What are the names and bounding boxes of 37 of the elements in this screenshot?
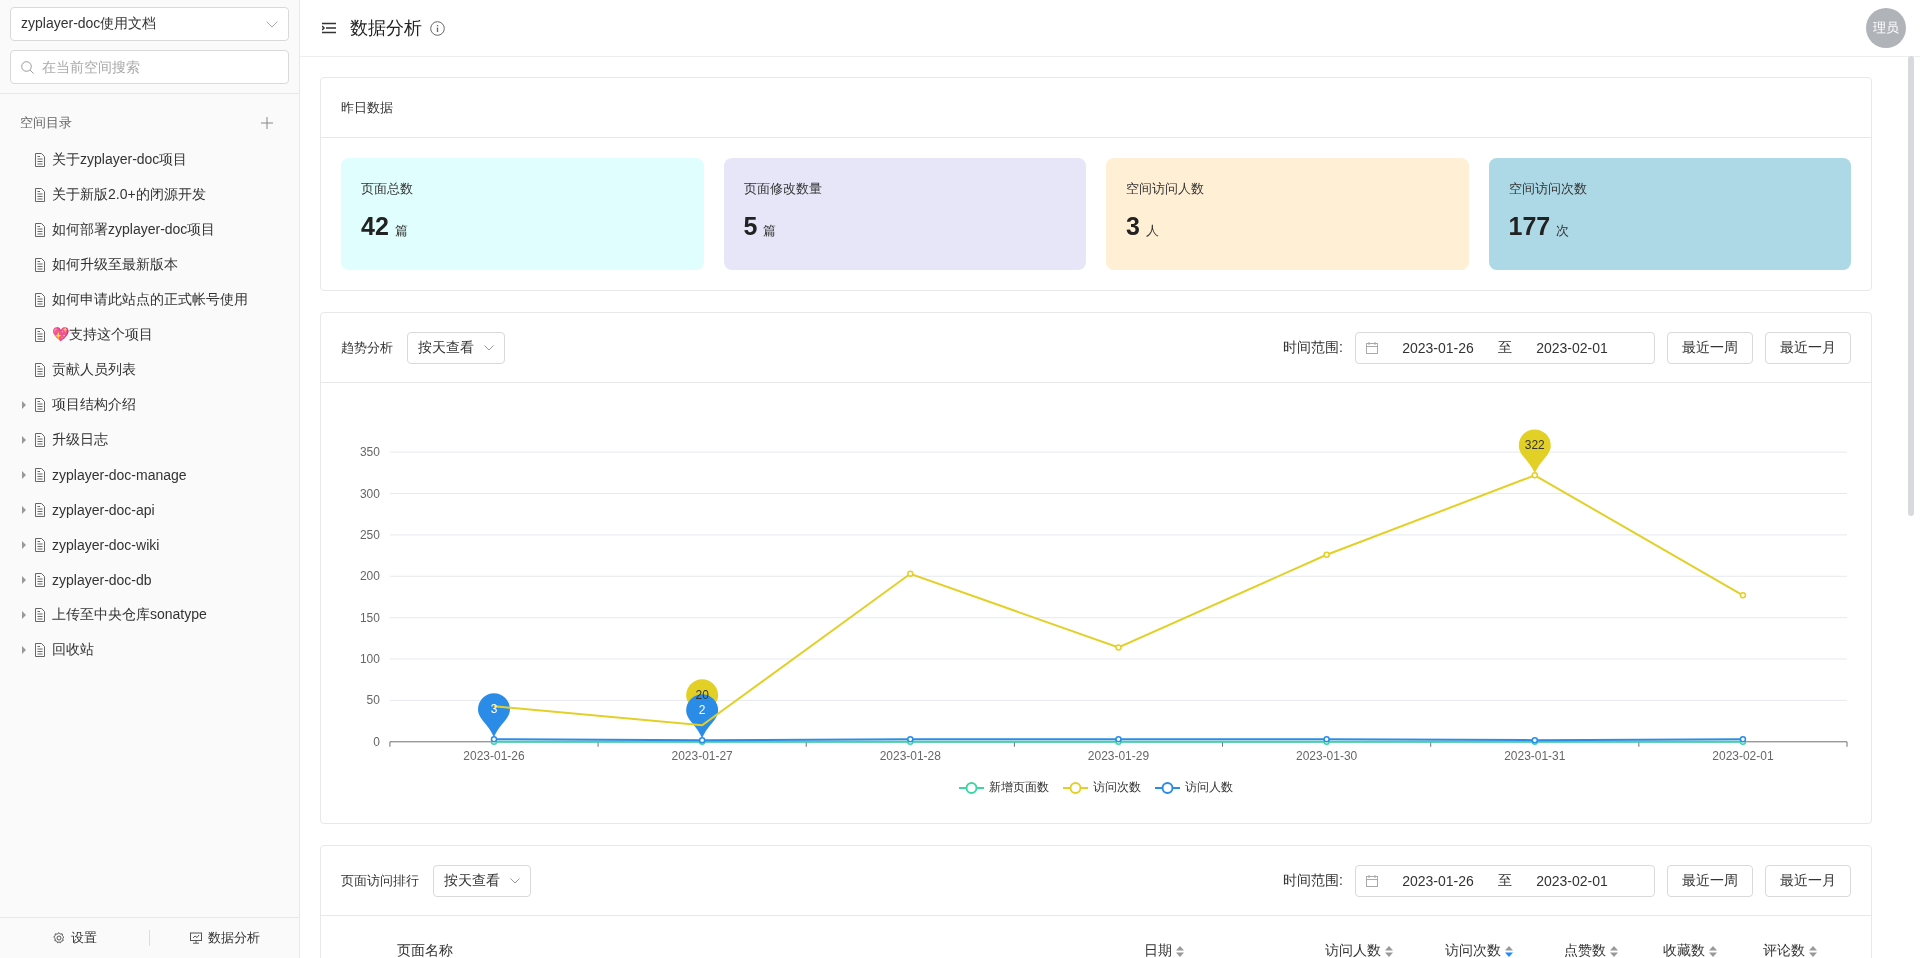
- section-title: 空间目录: [20, 114, 72, 132]
- page-title: 数据分析: [350, 17, 422, 40]
- x-tick-label: 2023-01-28: [879, 748, 941, 763]
- stat-unit: 次: [1556, 222, 1570, 240]
- stat-label: 页面修改数量: [743, 180, 823, 198]
- range-label: 时间范围:: [1283, 871, 1343, 890]
- panel-title: 页面访问排行: [341, 871, 419, 890]
- y-tick-label: 100: [359, 652, 380, 667]
- stat-label: 页面总数: [361, 180, 414, 198]
- x-tick-label: 2023-01-26: [463, 748, 525, 763]
- x-tick-label: 2023-01-30: [1296, 748, 1358, 763]
- y-tick-label: 50: [366, 693, 380, 708]
- stat-value: 177: [1508, 212, 1551, 241]
- stat-unit: 篇: [763, 222, 777, 240]
- stat-value: 5: [743, 212, 758, 241]
- marker-label: 2: [698, 703, 706, 718]
- y-tick-label: 200: [359, 569, 380, 584]
- y-tick-label: 350: [359, 445, 380, 460]
- panel-title: 昨日数据: [341, 98, 393, 117]
- stat-label: 空间访问人数: [1126, 180, 1205, 198]
- x-tick-label: 2023-02-01: [1712, 748, 1774, 763]
- stat-unit: 人: [1145, 222, 1159, 240]
- y-tick-label: 300: [359, 486, 380, 501]
- range-label: 时间范围:: [1283, 338, 1343, 357]
- x-tick-label: 2023-01-31: [1504, 748, 1566, 763]
- x-tick-label: 2023-01-29: [1087, 748, 1150, 763]
- stat-value: 3: [1126, 212, 1140, 241]
- marker-label: 3: [490, 702, 498, 717]
- panel-title: 趋势分析: [341, 338, 393, 357]
- marker-label: 322: [1524, 438, 1545, 453]
- y-tick-label: 250: [359, 527, 380, 542]
- stat-unit: 篇: [394, 222, 408, 240]
- stat-value: 42: [361, 212, 389, 241]
- stat-label: 空间访问次数: [1508, 180, 1588, 198]
- y-tick-label: 150: [359, 610, 380, 625]
- y-tick-label: 0: [373, 734, 380, 749]
- x-tick-label: 2023-01-27: [671, 748, 733, 763]
